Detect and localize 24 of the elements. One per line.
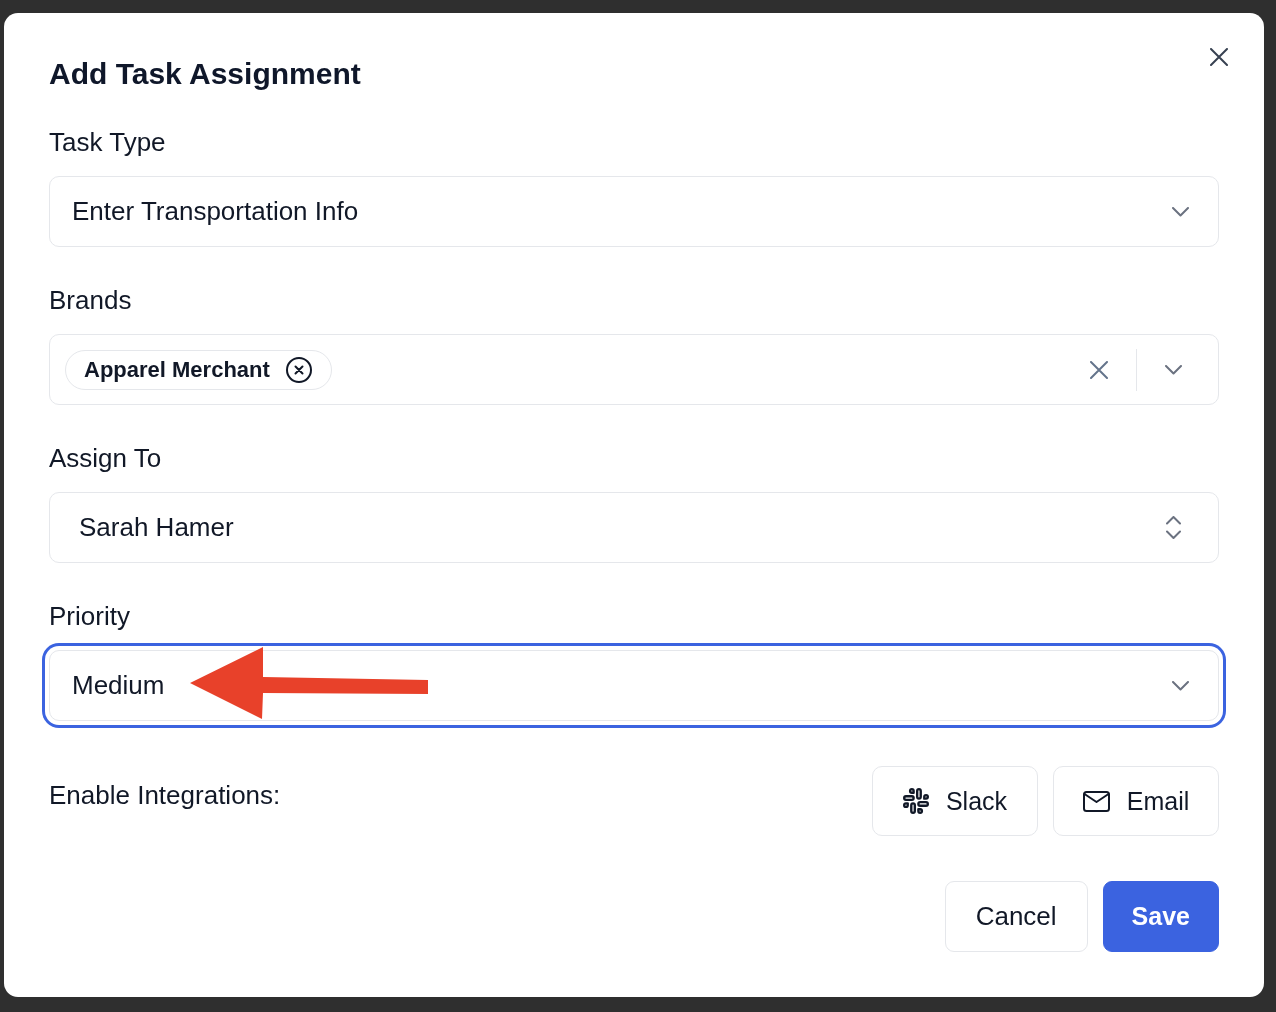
slack-logo-icon: [902, 788, 929, 814]
chevron-down-icon: [1172, 680, 1189, 691]
tag-chip[interactable]: Apparel Merchant: [65, 349, 332, 390]
chevron-down-icon: [1165, 364, 1182, 375]
field-label: Priority: [49, 602, 131, 630]
primary-button[interactable]: Save: [1102, 881, 1219, 952]
multi-select-field[interactable]: Apparel Merchant: [49, 334, 1219, 405]
chevron-up-down-icon: [1166, 516, 1181, 539]
mail-icon: [1082, 790, 1110, 812]
field-label: Task Type: [49, 128, 167, 156]
close-button[interactable]: [1207, 45, 1231, 69]
select-field[interactable]: Enter Transportation Info: [49, 176, 1219, 247]
dialog-title: Add Task Assignment: [49, 56, 361, 92]
chevron-down-icon: [1172, 206, 1189, 217]
field-label: Assign To: [49, 444, 163, 472]
integration-toggle-button[interactable]: Email: [1053, 766, 1219, 836]
integrations-label: Enable Integrations:: [49, 781, 282, 809]
clear-icon[interactable]: [1090, 360, 1108, 379]
secondary-button[interactable]: Cancel: [944, 881, 1088, 952]
field-label: Brands: [49, 286, 133, 314]
remove-circle-x-icon[interactable]: [285, 356, 312, 383]
integration-toggle-button[interactable]: Slack: [872, 766, 1038, 836]
select-field[interactable]: Sarah Hamer: [49, 492, 1219, 563]
close-icon: [1210, 48, 1228, 66]
